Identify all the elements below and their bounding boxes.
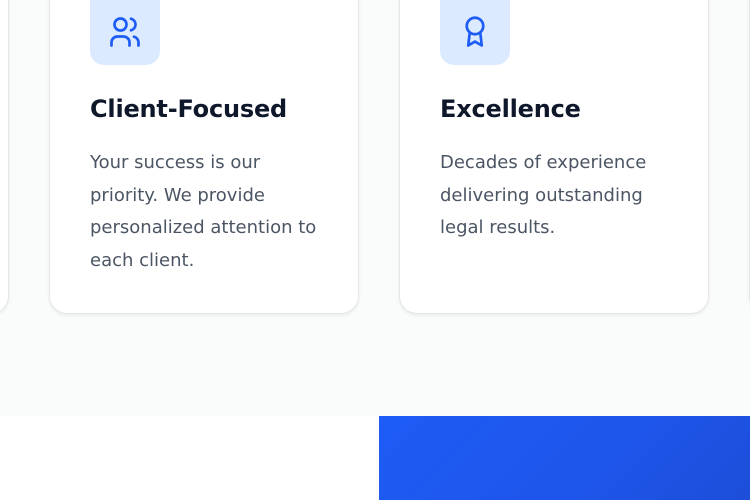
cta-banner [379,416,750,500]
icon-tile [440,0,510,65]
card-title: Excellence [440,95,581,123]
card-title: Client-Focused [90,95,288,123]
award-ribbon-icon [465,16,485,47]
users-icon [110,17,140,47]
lower-section-left [0,416,379,500]
value-card-partial-left [0,0,9,314]
card-description: Decades of experience delivering outstan… [440,152,647,238]
page: Client-Focused Your success is our prior… [0,0,750,500]
values-section: Client-Focused Your success is our prior… [0,0,750,416]
card-description: Your success is our priority. We provide… [90,152,317,271]
value-card-excellence: Excellence Decades of experience deliver… [399,0,709,314]
icon-tile [90,0,160,65]
value-card-client-focused: Client-Focused Your success is our prior… [49,0,359,314]
